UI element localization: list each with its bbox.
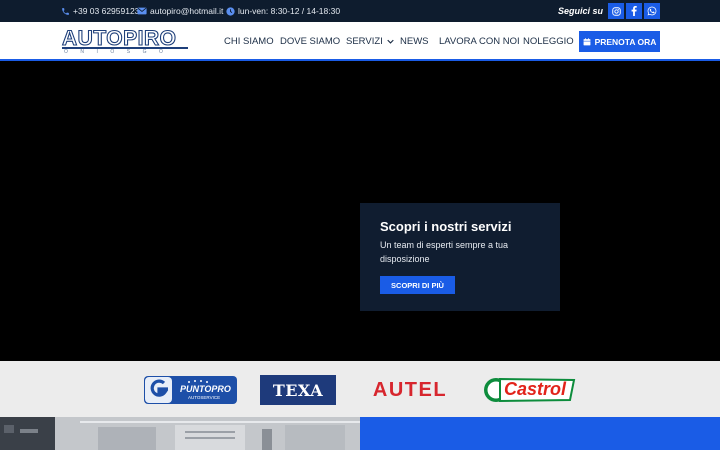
email-text: autopiro@hotmail.it	[150, 6, 224, 16]
clock-icon	[225, 6, 235, 16]
blue-info-panel	[360, 417, 720, 450]
nav-chi-siamo[interactable]: CHI SIAMO	[224, 22, 274, 61]
hero-slider: Scopri i nostri servizi Un team di esper…	[0, 61, 720, 361]
nav-news[interactable]: NEWS	[400, 22, 429, 61]
facebook-icon	[631, 6, 637, 16]
nav-servizi-label: SERVIZI	[346, 36, 383, 47]
instagram-icon	[611, 6, 621, 16]
book-now-button[interactable]: PRENOTA ORA	[579, 31, 660, 52]
main-header: AUTOPIRO ONIOSGO CHI SIAMO DOVE SIAMO SE…	[0, 22, 720, 61]
envelope-icon	[137, 6, 147, 16]
facebook-button[interactable]	[626, 3, 642, 19]
hero-card-subtitle: Un team di esperti sempre a tua disposiz…	[380, 240, 509, 264]
follow-label: Seguici su	[558, 6, 604, 16]
phone-icon	[60, 6, 70, 16]
whatsapp-icon	[647, 6, 657, 16]
hours-text: lun-ven: 8:30-12 / 14-18:30	[238, 6, 341, 16]
email-link[interactable]: autopiro@hotmail.it	[137, 0, 223, 22]
hero-card: Scopri i nostri servizi Un team di esper…	[360, 203, 560, 311]
puntopro-text: PUNTOPRO	[180, 384, 231, 394]
nav-dove-siamo[interactable]: DOVE SIAMO	[280, 22, 340, 61]
puntopro-logo: PUNTOPRO AUTOSERVICE	[144, 376, 237, 404]
nav-servizi[interactable]: SERVIZI	[346, 22, 395, 61]
workshop-photo	[0, 417, 360, 450]
logo-subtitle: ONIOSGO	[64, 49, 176, 55]
texa-logo: TEXA	[260, 375, 336, 405]
site-logo[interactable]: AUTOPIRO ONIOSGO	[61, 27, 188, 56]
opening-hours: lun-ven: 8:30-12 / 14-18:30	[225, 0, 340, 22]
partners-strip: PUNTOPRO AUTOSERVICE TEXA AUTEL Castrol	[0, 361, 720, 417]
nav-noleggio[interactable]: NOLEGGIO	[523, 22, 574, 61]
phone-link[interactable]: +39 03 62959123	[60, 0, 139, 22]
book-now-label: PRENOTA ORA	[594, 36, 657, 47]
castrol-logo: Castrol	[482, 375, 578, 405]
whatsapp-button[interactable]	[644, 3, 660, 19]
puntopro-subtext: AUTOSERVICE	[188, 395, 221, 400]
hero-card-title: Scopri i nostri servizi	[380, 219, 512, 234]
discover-more-button[interactable]: SCOPRI DI PIÙ	[380, 276, 455, 294]
logo-text: AUTOPIRO	[61, 27, 177, 50]
autel-text: AUTEL	[372, 378, 448, 401]
phone-text: +39 03 62959123	[73, 6, 140, 16]
top-bar: +39 03 62959123 autopiro@hotmail.it lun-…	[0, 0, 720, 22]
autel-logo: AUTEL	[360, 376, 460, 404]
castrol-text: Castrol	[504, 379, 567, 399]
texa-text: TEXA	[272, 380, 324, 400]
calendar-icon	[583, 37, 590, 45]
nav-lavora-con-noi[interactable]: LAVORA CON NOI	[439, 22, 520, 61]
chevron-down-icon	[387, 39, 395, 44]
instagram-button[interactable]	[608, 3, 624, 19]
workshop-image	[0, 417, 360, 450]
